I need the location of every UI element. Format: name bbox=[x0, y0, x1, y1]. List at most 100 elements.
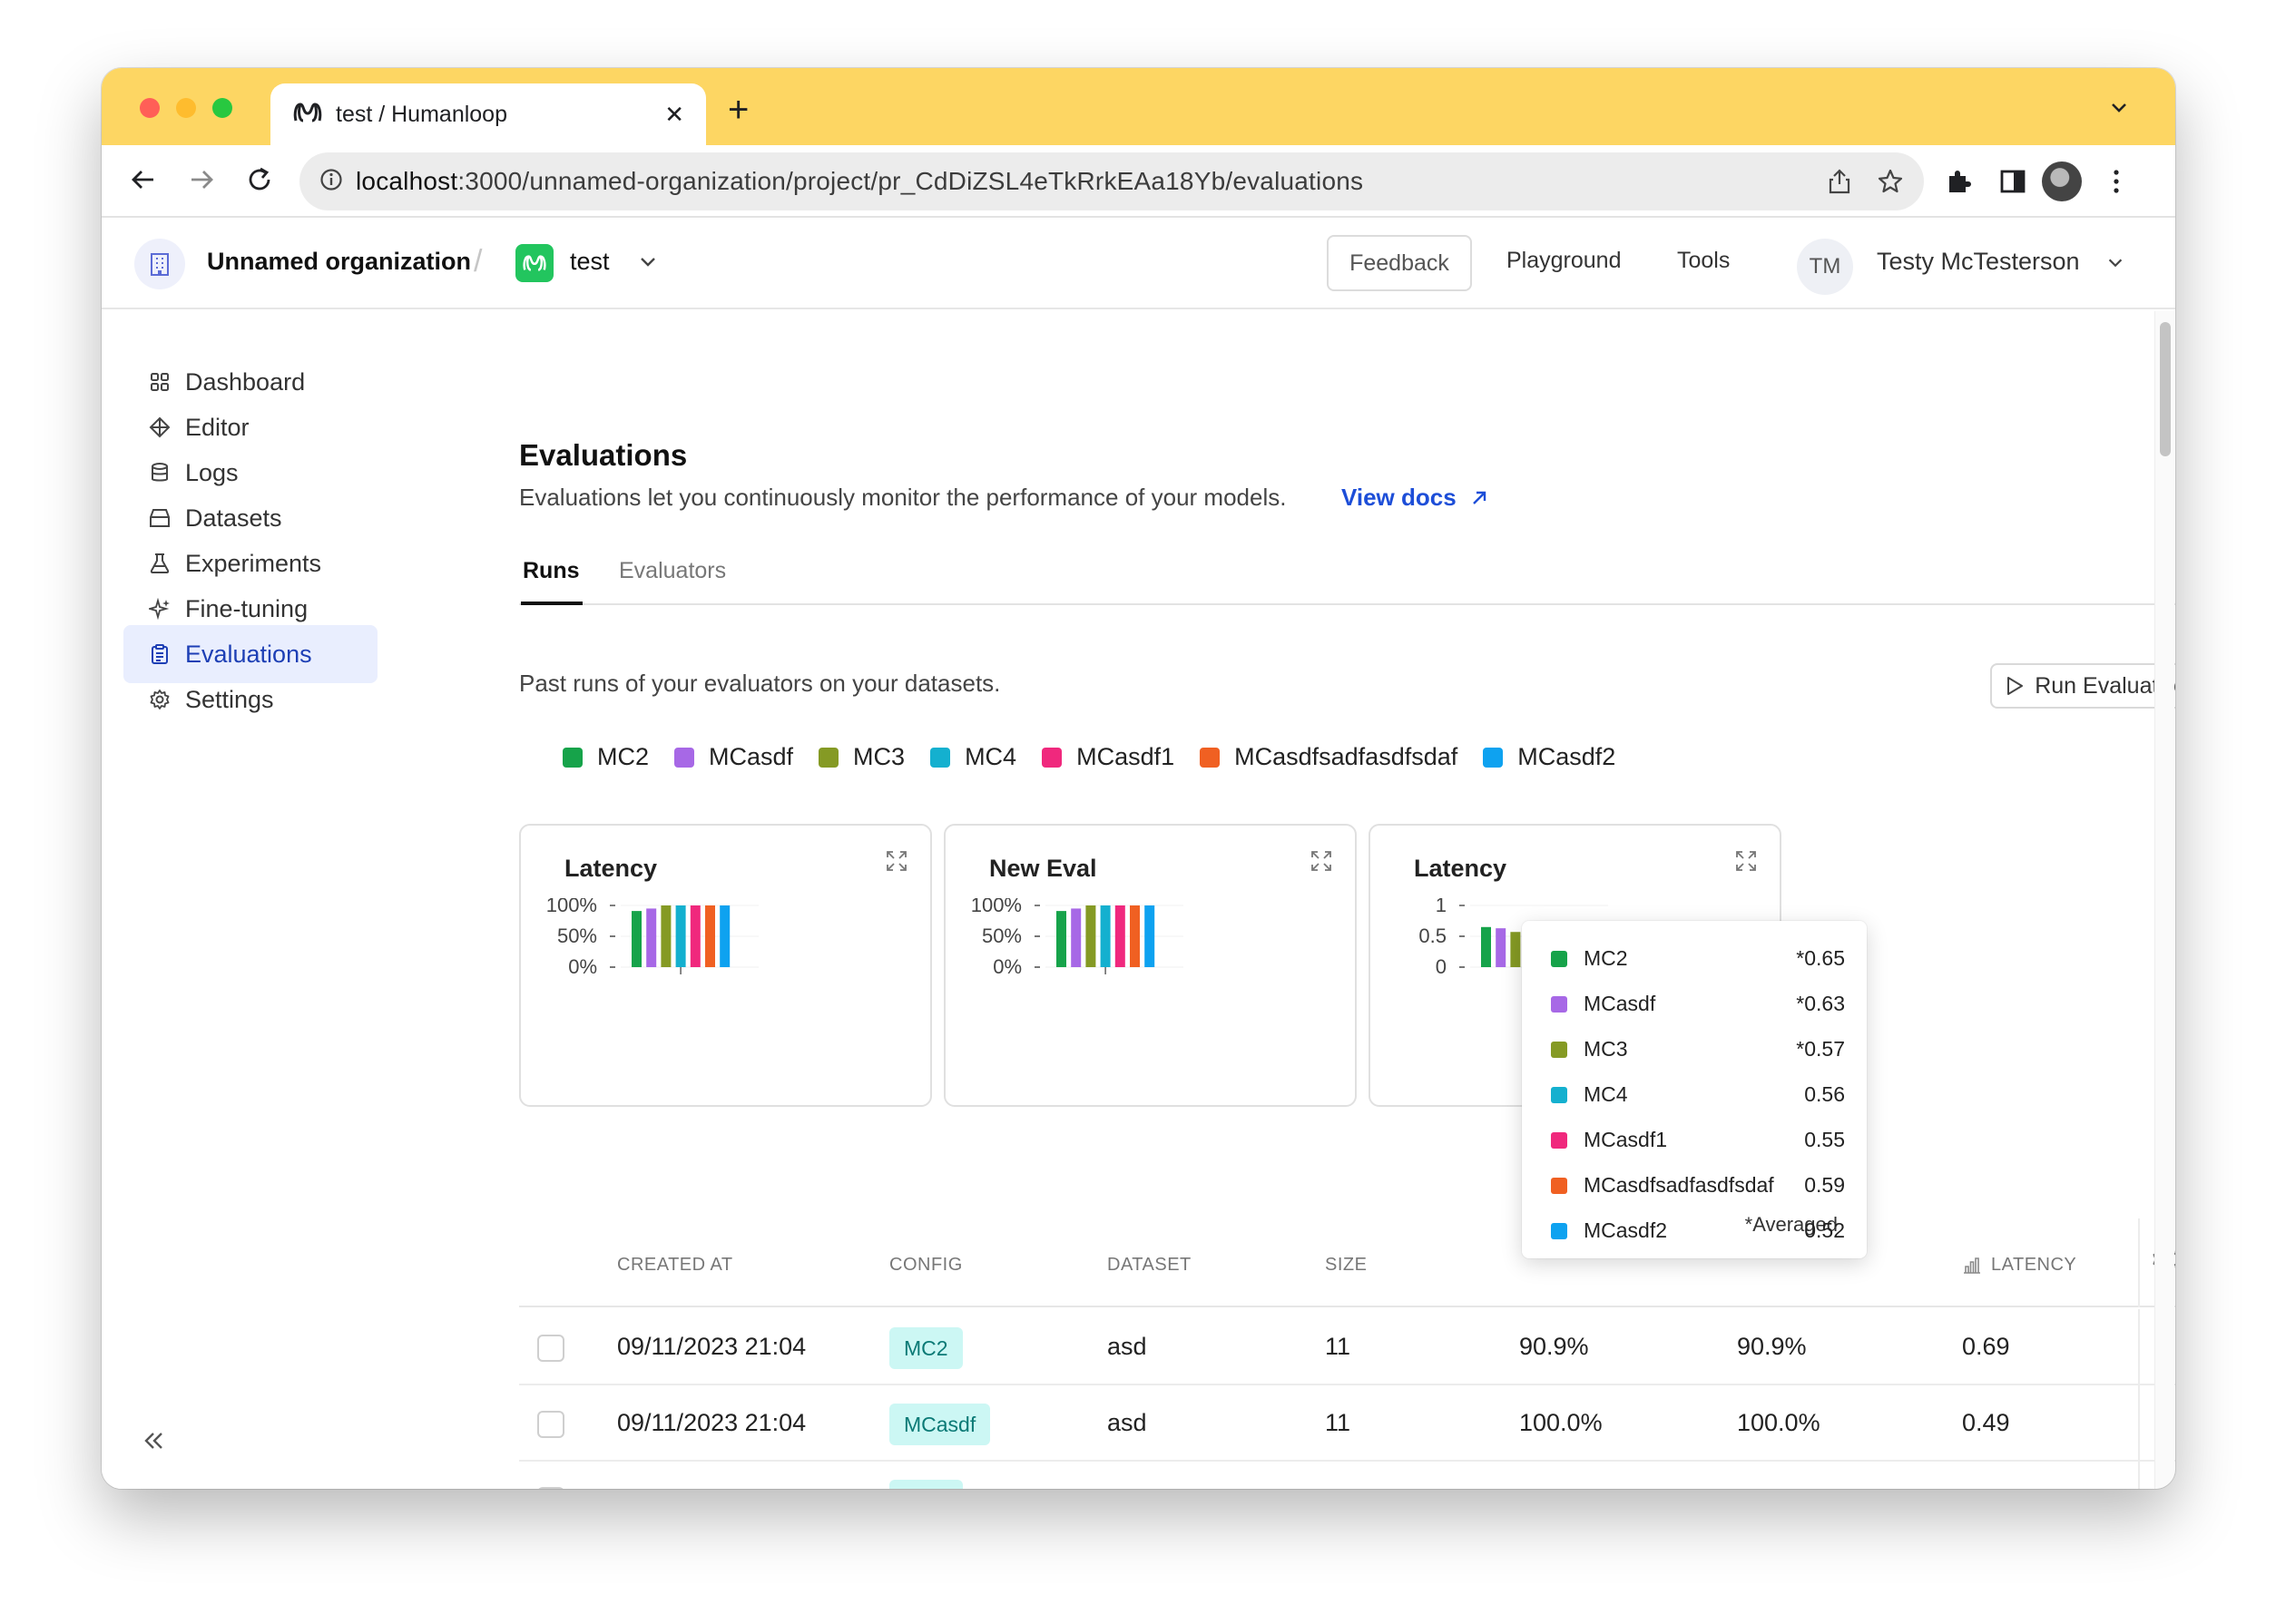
column-config[interactable]: CONFIG bbox=[889, 1255, 963, 1276]
legend-item[interactable]: MC3 bbox=[819, 743, 905, 771]
row-checkbox[interactable] bbox=[537, 1487, 564, 1489]
database-icon bbox=[147, 460, 172, 485]
organization-name[interactable]: Unnamed organization bbox=[207, 248, 471, 276]
bar-mcasdf[interactable] bbox=[1071, 908, 1082, 967]
sidebar-item-settings[interactable]: Settings bbox=[123, 670, 378, 729]
legend-item[interactable]: MC2 bbox=[563, 743, 649, 771]
new-tab-button[interactable]: + bbox=[728, 92, 749, 128]
extensions-puzzle-icon[interactable] bbox=[1940, 163, 1977, 200]
cell-created-at: 09/11/2023 21:04 bbox=[617, 1485, 806, 1489]
row-checkbox[interactable] bbox=[537, 1335, 564, 1362]
run-evaluation-button[interactable]: Run Evaluation bbox=[1990, 663, 2175, 709]
project-chevron-down-icon[interactable] bbox=[637, 251, 659, 278]
bar-mcasdf2[interactable] bbox=[720, 905, 731, 967]
cell-created-at: 09/11/2023 21:04 bbox=[617, 1409, 807, 1436]
column-latency[interactable]: LATENCY bbox=[1962, 1255, 2076, 1276]
profile-avatar[interactable] bbox=[2042, 161, 2082, 201]
bar-mcasdfsadfasdfsdaf[interactable] bbox=[1130, 905, 1140, 967]
forward-arrow-icon[interactable] bbox=[183, 161, 220, 198]
column-created-at[interactable]: CREATED AT bbox=[617, 1255, 733, 1276]
legend-item[interactable]: MCasdf1 bbox=[1042, 743, 1174, 771]
project-name[interactable]: test bbox=[570, 248, 610, 276]
tooltip-value: 0.52 bbox=[1804, 1218, 1845, 1242]
bar-mcasdf1[interactable] bbox=[690, 905, 701, 967]
cell-metric: 90.9% bbox=[1737, 1333, 1807, 1360]
bar-mc2[interactable] bbox=[632, 911, 642, 967]
legend-item[interactable]: MCasdf2 bbox=[1483, 743, 1615, 771]
legend-swatch bbox=[819, 747, 839, 768]
user-chevron-down-icon[interactable] bbox=[2105, 253, 2125, 278]
config-chip[interactable]: MC2 bbox=[889, 1327, 963, 1369]
legend-item[interactable]: MCasdf bbox=[674, 743, 793, 771]
vertical-scrollbar[interactable] bbox=[2154, 311, 2174, 1489]
bar-mc3[interactable] bbox=[1085, 905, 1096, 967]
legend-label: MC3 bbox=[853, 743, 906, 770]
tooltip-value: *0.57 bbox=[1796, 1037, 1845, 1061]
view-docs-link[interactable]: View docs bbox=[1341, 484, 1489, 512]
bar-mc2[interactable] bbox=[1481, 926, 1491, 967]
tooltip-row: MCasdf2 0.52 bbox=[1551, 1218, 1845, 1243]
bar-mc2[interactable] bbox=[1056, 911, 1066, 967]
y-tick-label: 50% bbox=[982, 925, 1022, 947]
config-chip[interactable]: MC3 bbox=[889, 1480, 963, 1489]
address-bar[interactable]: localhost:3000/unnamed-organization/proj… bbox=[299, 152, 1924, 210]
tab-search-chevron-icon[interactable] bbox=[2108, 97, 2130, 123]
expand-icon[interactable] bbox=[885, 849, 908, 877]
user-name[interactable]: Testy McTesterson bbox=[1877, 248, 2080, 276]
site-info-icon[interactable] bbox=[319, 168, 343, 196]
reload-icon[interactable] bbox=[241, 161, 278, 198]
legend-item[interactable]: MC4 bbox=[930, 743, 1016, 771]
table-row[interactable]: 09/11/2023 21:04 MC3 asd 11 100.0% 100.0% 0.57 bbox=[519, 1462, 2175, 1489]
bookmark-star-icon[interactable] bbox=[1877, 168, 1904, 195]
bar-mcasdf[interactable] bbox=[1496, 928, 1506, 967]
scrollbar-thumb[interactable] bbox=[2160, 322, 2171, 456]
collapse-sidebar-icon[interactable] bbox=[140, 1427, 167, 1459]
bar-mcasdf1[interactable] bbox=[1114, 905, 1125, 967]
sidebar-item-label: Evaluations bbox=[185, 640, 312, 668]
tools-link[interactable]: Tools bbox=[1677, 248, 1730, 274]
user-avatar[interactable]: TM bbox=[1797, 239, 1853, 295]
playground-link[interactable]: Playground bbox=[1506, 248, 1621, 274]
column-dataset[interactable]: DATASET bbox=[1107, 1255, 1192, 1276]
feedback-button[interactable]: Feedback bbox=[1327, 235, 1472, 291]
legend-label: MC2 bbox=[597, 743, 650, 770]
bar-mc3[interactable] bbox=[661, 905, 672, 967]
tooltip-row: MC3 *0.57 bbox=[1551, 1037, 1845, 1061]
tab-runs[interactable]: Runs bbox=[523, 558, 580, 584]
zoom-window-button[interactable] bbox=[212, 98, 232, 118]
bar-mc4[interactable] bbox=[675, 905, 686, 967]
y-tick-label: 0 bbox=[1436, 955, 1447, 978]
column-divider bbox=[2138, 1385, 2140, 1462]
minimize-window-button[interactable] bbox=[176, 98, 196, 118]
url-text[interactable]: localhost:3000/unnamed-organization/proj… bbox=[356, 167, 1802, 196]
back-arrow-icon[interactable] bbox=[125, 161, 162, 198]
chart-card-new-eval: New Eval 100% 50% 0% bbox=[944, 824, 1357, 1107]
column-size[interactable]: SIZE bbox=[1325, 1255, 1367, 1276]
bar-mcasdf2[interactable] bbox=[1144, 905, 1155, 967]
app-header: Unnamed organization / test Feedback Pla… bbox=[102, 219, 2175, 309]
tooltip-swatch bbox=[1551, 950, 1567, 967]
row-checkbox[interactable] bbox=[537, 1411, 564, 1438]
expand-icon[interactable] bbox=[1310, 849, 1333, 877]
bar-mcasdf[interactable] bbox=[646, 908, 657, 967]
browser-tab[interactable]: test / Humanloop ✕ bbox=[270, 83, 706, 145]
expand-icon[interactable] bbox=[1734, 849, 1758, 877]
project-logo-icon bbox=[515, 244, 554, 282]
close-tab-icon[interactable]: ✕ bbox=[664, 101, 684, 129]
tab-evaluators[interactable]: Evaluators bbox=[619, 558, 726, 584]
play-icon bbox=[2006, 676, 2024, 696]
main-content: Evaluations Evaluations let you continuo… bbox=[417, 311, 2175, 1489]
table-row[interactable]: 09/11/2023 21:04 MC2 asd 11 90.9% 90.9% 0.69 bbox=[519, 1309, 2175, 1385]
bar-mc4[interactable] bbox=[1100, 905, 1111, 967]
legend-item[interactable]: MCasdfsadfasdfsdaf bbox=[1200, 743, 1457, 771]
table-row[interactable]: 09/11/2023 21:04 MCasdf asd 11 100.0% 100.0% 0… bbox=[519, 1385, 2175, 1462]
side-panel-icon[interactable] bbox=[1995, 163, 2031, 200]
browser-menu-icon[interactable] bbox=[2098, 163, 2134, 200]
sidebar-item-label: Fine-tuning bbox=[185, 594, 309, 622]
legend-label: MCasdf2 bbox=[1517, 743, 1616, 770]
share-icon[interactable] bbox=[1828, 169, 1851, 194]
close-window-button[interactable] bbox=[140, 98, 160, 118]
bar-mcasdfsadfasdfsdaf[interactable] bbox=[705, 905, 715, 967]
bar-mc3[interactable] bbox=[1510, 932, 1521, 967]
config-chip[interactable]: MCasdf bbox=[889, 1404, 991, 1445]
